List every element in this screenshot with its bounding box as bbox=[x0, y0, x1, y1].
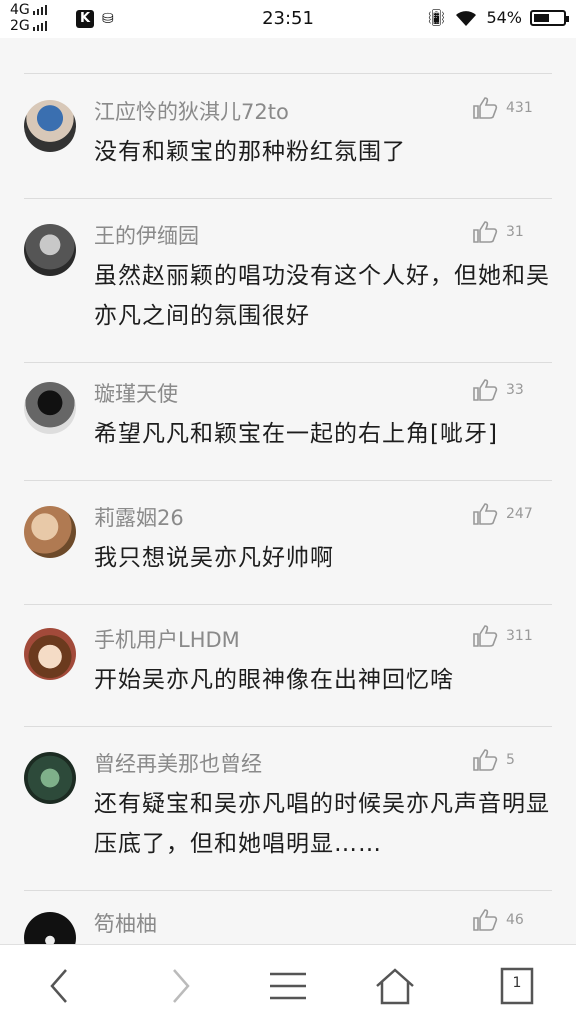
like-count: 31 bbox=[506, 224, 524, 240]
tabs-button[interactable]: 1 bbox=[489, 961, 545, 1011]
thumbs-up-icon bbox=[473, 909, 498, 931]
like-count: 46 bbox=[506, 912, 524, 928]
divider bbox=[24, 198, 552, 199]
divider bbox=[24, 604, 552, 605]
avatar[interactable] bbox=[24, 382, 76, 434]
comment-list[interactable]: 江应怜的狄淇儿72to 431 没有和颖宝的那种粉红氛围了王的伊缅园 31 虽然赵丽颖的… bbox=[0, 38, 576, 944]
tab-count: 1 bbox=[512, 975, 522, 991]
avatar[interactable] bbox=[24, 100, 76, 152]
comment-username[interactable]: 莉露姻26 bbox=[94, 502, 184, 532]
comment-text: 我只想说吴亦凡好帅啊 bbox=[94, 545, 334, 571]
menu-button[interactable] bbox=[260, 961, 316, 1011]
comment-username[interactable]: 笱柚柚 bbox=[94, 908, 157, 938]
avatar[interactable] bbox=[24, 912, 76, 944]
chevron-left-icon bbox=[50, 969, 67, 1003]
comment-username[interactable]: 江应怜的狄淇儿72to bbox=[94, 96, 289, 126]
avatar[interactable] bbox=[24, 506, 76, 558]
like-count: 247 bbox=[506, 506, 533, 522]
thumbs-up-icon bbox=[473, 503, 498, 525]
like-button[interactable]: 431 bbox=[472, 96, 533, 120]
vibrate-icon: 📳︎ bbox=[426, 8, 447, 27]
thumbs-up-icon bbox=[473, 221, 498, 243]
comment-text: 还有疑宝和吴亦凡唱的时候吴亦凡声音明显压底了，但和她唱明显…… bbox=[94, 791, 550, 857]
chevron-right-icon bbox=[173, 969, 190, 1003]
home-icon bbox=[376, 968, 414, 1005]
comment-text: 没有和颖宝的那种粉红氛围了 bbox=[94, 139, 406, 165]
thumbs-up-icon bbox=[473, 749, 498, 771]
like-count: 431 bbox=[506, 100, 533, 116]
like-button[interactable]: 33 bbox=[472, 378, 524, 402]
like-button[interactable]: 31 bbox=[472, 220, 524, 244]
comment-username[interactable]: 曾经再美那也曾经 bbox=[94, 748, 262, 778]
home-button[interactable] bbox=[367, 961, 423, 1011]
like-count: 5 bbox=[506, 752, 515, 768]
divider bbox=[24, 890, 552, 891]
forward-button[interactable] bbox=[152, 961, 208, 1011]
like-button[interactable]: 46 bbox=[472, 908, 524, 932]
menu-icon bbox=[270, 972, 306, 1000]
comment-username[interactable]: 王的伊缅园 bbox=[94, 220, 199, 250]
divider bbox=[24, 480, 552, 481]
battery-icon bbox=[530, 9, 569, 26]
back-button[interactable] bbox=[32, 961, 88, 1011]
like-button[interactable]: 311 bbox=[472, 624, 533, 648]
battery-percent: 54% bbox=[486, 8, 522, 27]
avatar[interactable] bbox=[24, 224, 76, 276]
thumbs-up-icon bbox=[473, 625, 498, 647]
bottom-nav: 1 bbox=[0, 944, 576, 1025]
avatar[interactable] bbox=[24, 628, 76, 680]
like-button[interactable]: 5 bbox=[472, 748, 515, 772]
like-button[interactable]: 247 bbox=[472, 502, 533, 526]
divider bbox=[24, 362, 552, 363]
comment-text: 开始吴亦凡的眼神像在出神回忆啥 bbox=[94, 667, 454, 693]
thumbs-up-icon bbox=[473, 379, 498, 401]
like-count: 33 bbox=[506, 382, 524, 398]
comment-text: 虽然赵丽颖的唱功没有这个人好，但她和吴亦凡之间的氛围很好 bbox=[94, 263, 550, 329]
thumbs-up-icon bbox=[473, 97, 498, 119]
like-count: 311 bbox=[506, 628, 533, 644]
divider bbox=[24, 73, 552, 74]
battery-fill bbox=[534, 13, 550, 22]
divider bbox=[24, 726, 552, 727]
comment-text: 希望凡凡和颖宝在一起的右上角[呲牙] bbox=[94, 421, 498, 447]
comment-username[interactable]: 手机用户LHDM bbox=[94, 624, 240, 654]
wifi-icon bbox=[456, 10, 477, 26]
comment-username[interactable]: 璇瑾天使 bbox=[94, 378, 178, 408]
status-bar: 4G 2G K ⛁ 23:51 📳︎ 54% bbox=[0, 0, 576, 38]
avatar[interactable] bbox=[24, 752, 76, 804]
